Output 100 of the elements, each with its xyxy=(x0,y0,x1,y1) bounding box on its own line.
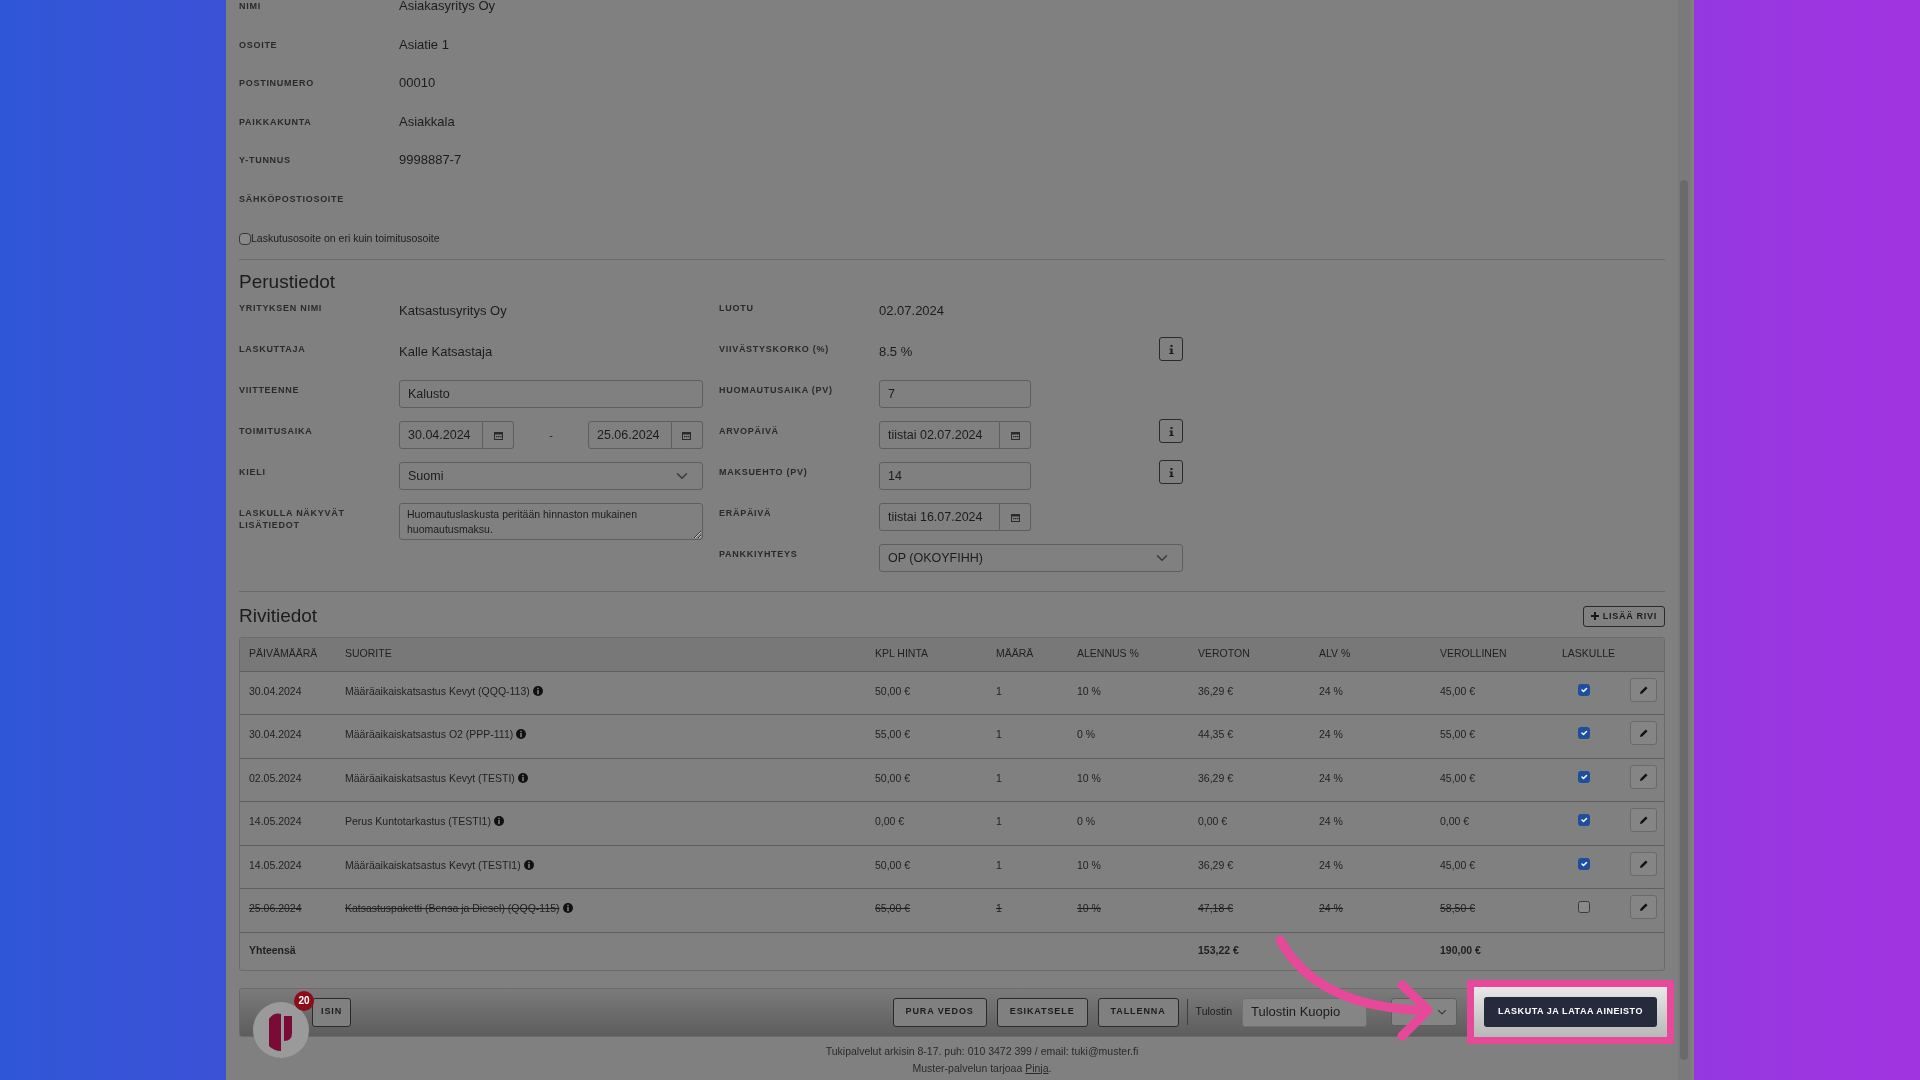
date-field[interactable]: tiistai 02.07.2024 xyxy=(879,421,1000,449)
pencil-icon xyxy=(1638,815,1649,825)
field-value: 8.5 % xyxy=(879,343,913,361)
field-label: POSTINUMERO xyxy=(239,77,315,90)
table-cell: 10 % xyxy=(1077,771,1101,784)
select-field[interactable]: Suomi xyxy=(399,462,703,490)
field-label: SÄHKÖPOSTIOSOITE xyxy=(239,192,346,205)
checkbox[interactable] xyxy=(1578,901,1590,913)
section-title: Rivitiedot xyxy=(239,604,318,628)
checkbox[interactable] xyxy=(1578,727,1590,739)
table-cell: 10 % xyxy=(1077,902,1101,914)
add-row-button[interactable]: LISÄÄ RIVI xyxy=(1582,605,1665,627)
field-value: Katsastusyritys Oy xyxy=(399,302,507,320)
info-icon xyxy=(517,772,528,783)
table-cell: 47,18 € xyxy=(1198,902,1234,914)
provider-text: Muster-palvelun tarjoaa Pinja. xyxy=(911,1060,1053,1076)
date-field[interactable]: 25.06.2024 xyxy=(588,421,672,449)
section-title: Perustiedot xyxy=(239,270,337,294)
edit-button[interactable] xyxy=(1630,677,1657,702)
column-header: LASKULLE xyxy=(1562,646,1617,662)
provider-link[interactable]: Pinja xyxy=(1025,1061,1049,1074)
column-header: KPL HINTA xyxy=(875,646,930,662)
checkbox[interactable] xyxy=(1578,770,1590,783)
table-cell: 1 xyxy=(996,771,1002,784)
field-label: YRITYKSEN NIMI xyxy=(239,302,324,315)
table-cell: 36,29 € xyxy=(1198,684,1234,697)
info-icon xyxy=(516,729,527,739)
table-cell: 10 % xyxy=(1077,684,1101,697)
table-cell: 1 xyxy=(996,684,1002,697)
field-label: ERÄPÄIVÄ xyxy=(719,507,773,520)
column-header: PÄIVÄMÄÄRÄ xyxy=(248,646,319,662)
action-button[interactable]: PURA VEDOS xyxy=(892,997,987,1027)
table-cell: Katsastuspaketti (Bensa ja Diesel) (QQQ-115) xyxy=(345,902,560,914)
invoice-button[interactable]: LASKUTA JA LATAA AINEISTO xyxy=(1484,997,1657,1027)
table-cell: 24 % xyxy=(1319,728,1343,740)
table-cell: 0,00 € xyxy=(875,815,905,827)
info-icon xyxy=(1168,467,1174,477)
field-label: TOIMITUSAIKA xyxy=(239,425,314,438)
date-field[interactable]: 30.04.2024 xyxy=(399,421,483,449)
table-cell: 14.05.2024 xyxy=(249,815,302,827)
table-cell: 55,00 € xyxy=(875,728,911,740)
field-value: Asiatie 1 xyxy=(399,35,449,54)
table-cell: Määräaikaiskatsastus Kevyt (TESTI1) xyxy=(345,858,521,871)
column-header: MÄÄRÄ xyxy=(996,646,1035,662)
notification-badge: 20 xyxy=(294,990,314,1011)
table-cell: 36,29 € xyxy=(1198,771,1234,784)
field-value: Asiakasyritys Oy xyxy=(399,0,496,15)
info-button[interactable] xyxy=(1159,419,1183,443)
select-field[interactable]: OP (OKOYFIHH) xyxy=(879,544,1183,572)
field-label: VIIVÄSTYSKORKO (%) xyxy=(719,343,830,356)
table-cell: 1 xyxy=(996,902,1002,914)
field-label: LUOTU xyxy=(719,302,755,315)
textarea-field[interactable]: Huomautuslaskusta peritään hinnaston mukainen huomautusmaksu. xyxy=(399,503,703,540)
table-cell: 14.05.2024 xyxy=(249,858,302,871)
table-cell: 1 xyxy=(996,815,1002,827)
field-label: MAKSUEHTO (PV) xyxy=(719,466,809,479)
plus-icon xyxy=(1590,612,1599,621)
info-button[interactable] xyxy=(1159,337,1183,361)
input-field[interactable]: Kalusto xyxy=(399,380,703,408)
info-icon xyxy=(523,859,534,870)
checkbox[interactable] xyxy=(1578,683,1590,696)
column-header: VEROLLINEN xyxy=(1440,646,1508,662)
calendar-icon xyxy=(682,430,692,440)
back-button[interactable]: ISIN xyxy=(312,997,352,1027)
checkbox[interactable] xyxy=(1578,814,1590,826)
info-icon xyxy=(493,816,504,826)
table-cell: 24 % xyxy=(1319,858,1343,871)
input-field[interactable]: 14 xyxy=(879,462,1031,490)
table-cell: 24 % xyxy=(1319,771,1343,784)
table-cell: 0,00 € xyxy=(1198,815,1228,827)
pencil-icon xyxy=(1638,684,1649,695)
edit-button[interactable] xyxy=(1630,895,1657,919)
table-cell: 30.04.2024 xyxy=(249,684,302,697)
action-button[interactable]: ESIKATSELE xyxy=(996,997,1088,1027)
table-cell: 36,29 € xyxy=(1198,858,1234,871)
calendar-button[interactable] xyxy=(1000,421,1031,449)
input-field[interactable]: 7 xyxy=(879,380,1031,408)
edit-button[interactable] xyxy=(1630,721,1657,745)
action-button[interactable]: TALLENNA xyxy=(1097,997,1179,1027)
checkbox[interactable] xyxy=(1578,857,1590,870)
table-cell: 0 % xyxy=(1077,728,1096,740)
calendar-button[interactable] xyxy=(1000,503,1031,531)
field-value: 9998887-7 xyxy=(399,151,462,169)
printer-field[interactable]: Tulostin Kuopio xyxy=(1242,997,1367,1027)
edit-button[interactable] xyxy=(1630,764,1657,789)
edit-button[interactable] xyxy=(1630,808,1657,832)
calendar-button[interactable] xyxy=(483,421,514,449)
checkbox[interactable] xyxy=(239,233,251,245)
date-field[interactable]: tiistai 16.07.2024 xyxy=(879,503,1000,531)
table-cell: 24 % xyxy=(1319,902,1343,914)
field-label: ARVOPÄIVÄ xyxy=(719,425,780,438)
table-cell: 45,00 € xyxy=(1440,771,1476,784)
field-label: LASKUTTAJA xyxy=(239,343,307,356)
pencil-icon xyxy=(1638,771,1649,782)
info-button[interactable] xyxy=(1159,460,1183,484)
pencil-icon xyxy=(1638,858,1649,869)
calendar-button[interactable] xyxy=(672,421,703,449)
column-header: ALV % xyxy=(1319,646,1352,662)
edit-button[interactable] xyxy=(1630,851,1657,876)
field-label: OSOITE xyxy=(239,38,279,51)
